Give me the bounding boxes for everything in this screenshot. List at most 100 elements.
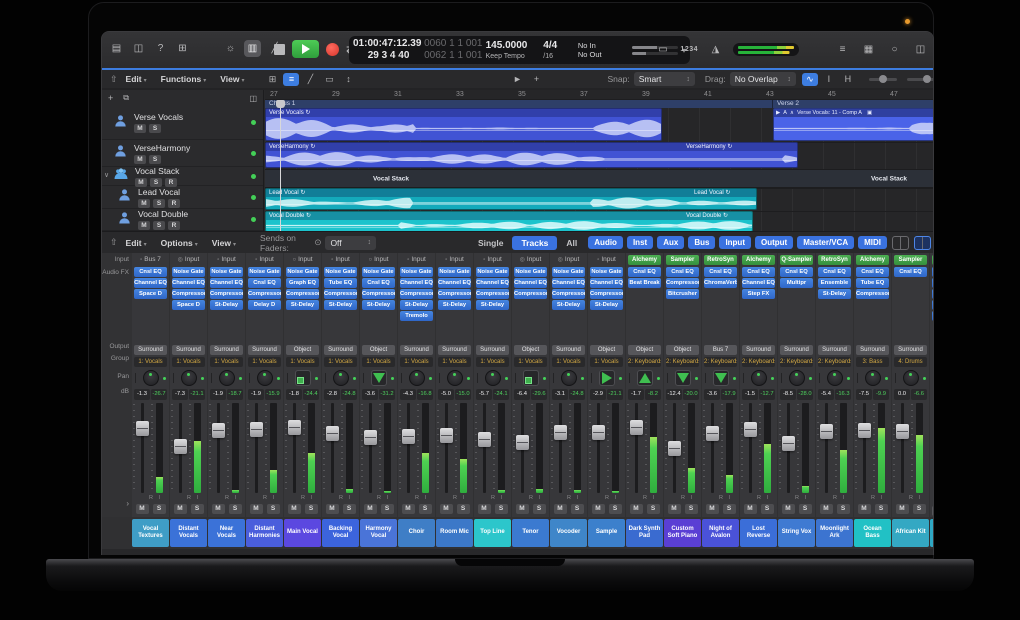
solo-button[interactable]: S — [343, 504, 356, 514]
fx-plugin-slot[interactable]: St-Delay — [362, 300, 395, 310]
instrument-label[interactable]: Alchemy — [628, 255, 661, 265]
fx-plugin-slot[interactable]: St-Delay — [438, 300, 471, 310]
output-slot[interactable]: Surround — [550, 344, 587, 356]
group-slot[interactable]: 1: Vocals — [398, 356, 435, 368]
group-slot[interactable]: 4: Drums — [892, 356, 929, 368]
note-pads-icon[interactable]: ▦ — [860, 41, 877, 58]
stack-summary-lane[interactable]: Vocal StackVocal Stack — [265, 169, 934, 188]
fx-plugin-slot[interactable]: Compressor — [476, 289, 509, 299]
mute-button[interactable]: M — [288, 504, 301, 514]
pan-control[interactable] — [322, 368, 359, 388]
mute-button[interactable]: M — [440, 504, 453, 514]
channel-strip-distant-harmonies[interactable]: ▫InputNoise GateCnsl EQCompressorDelay D… — [246, 253, 283, 517]
track-name-box[interactable]: African Kit — [892, 519, 929, 547]
input-slot[interactable]: RetroSyn — [816, 253, 853, 266]
menu-edit[interactable]: Edit▾ — [126, 238, 147, 248]
pan-knob[interactable] — [181, 370, 197, 386]
mute-button[interactable]: M — [858, 504, 871, 514]
filter-audio[interactable]: Audio — [588, 236, 623, 249]
pan-control[interactable] — [550, 368, 587, 388]
flex-icon[interactable]: ▭ — [321, 73, 337, 86]
output-slot[interactable]: Object — [626, 344, 663, 356]
fx-plugin-slot[interactable]: Noise Gate — [590, 267, 623, 277]
fx-plugin-slot[interactable]: Noise Gate — [362, 267, 395, 277]
horizontal-zoom-slider[interactable] — [907, 78, 934, 81]
track-name-box[interactable]: Tenor — [512, 519, 549, 547]
input-slot[interactable]: ▫Input — [322, 253, 359, 266]
solo-button[interactable]: S — [495, 504, 508, 514]
fader-cap[interactable] — [364, 430, 377, 445]
fx-plugin-slot[interactable]: Beat Break — [628, 278, 661, 288]
filter-input[interactable]: Input — [719, 236, 751, 249]
fx-plugin-slot[interactable]: Step FX — [742, 289, 775, 299]
fx-plugin-slot[interactable]: Cnsl EQ — [742, 267, 775, 277]
fx-plugin-slot[interactable]: Channel EQ — [438, 278, 471, 288]
fx-plugin-slot[interactable]: Channel EQ — [134, 278, 167, 288]
channel-strip-night-of-avalon[interactable]: RetroSynCnsl EQChromaVerbBus 72: Keyboar… — [702, 253, 739, 517]
track-header-options-button[interactable]: ◫ — [249, 94, 257, 103]
channel-strip-backing-vocal[interactable]: ▫InputNoise GateTube EQCompressorSt-Dela… — [322, 253, 359, 517]
pan-control[interactable] — [778, 368, 815, 388]
channel-strip-african-kit[interactable]: SamplerCnsl EQSurround4: Drums0.0-6.6R I… — [892, 253, 929, 517]
input-slot[interactable]: ◎Input — [512, 253, 549, 266]
region-verse-vocals[interactable]: Verse Vocals ↻ — [265, 108, 662, 141]
channel-strip-harmony-vocal[interactable]: ○InputNoise GateCnsl EQCompressorSt-Dela… — [360, 253, 397, 517]
power-icon[interactable]: ⊙ — [314, 237, 321, 248]
channel-strip-near-vocals[interactable]: ▫InputNoise GateChannel EQCompressorSt-D… — [208, 253, 245, 517]
channel-strip-top-line[interactable]: ▫InputNoise GateChannel EQCompressorSt-D… — [474, 253, 511, 517]
region-lead-vocal[interactable]: Lead Vocal ↻Lead Vocal ↻ — [265, 188, 757, 210]
solo-button[interactable]: S — [305, 504, 318, 514]
take-folder-icon[interactable]: A — [783, 110, 787, 116]
channel-strip-tenor[interactable]: ◎InputNoise GateChannel EQCompressorObje… — [512, 253, 549, 517]
group-slot[interactable]: 1: Vocals — [436, 356, 473, 368]
channel-strip-vocal-textures[interactable]: ▫Bus 7Cnsl EQChannel EQSpace DSurround1:… — [132, 253, 169, 517]
input-slot[interactable]: ▫Input — [246, 253, 283, 266]
fx-plugin-slot[interactable]: Ensemble — [818, 278, 851, 288]
channel-strip-lost-reverse[interactable]: AlchemyCnsl EQChannel EQStep FXSurround2… — [740, 253, 777, 517]
pan-control[interactable] — [284, 368, 321, 388]
fader-cap[interactable] — [706, 426, 719, 441]
region-verse-vocals-11-comp-a[interactable]: ▶A∧Verse Vocals: 11 - Comp A▣ — [773, 108, 934, 141]
object-panner[interactable] — [675, 370, 691, 386]
fx-plugin-slot[interactable]: Noise Gate — [172, 267, 205, 277]
group-slot[interactable]: 1: Vocals — [208, 356, 245, 368]
instrument-label[interactable]: Q-Sampler — [780, 255, 813, 265]
output-slot[interactable]: Surround — [132, 344, 169, 356]
record-enable-button[interactable]: R — [168, 221, 180, 230]
group-slot[interactable]: 2: Keyboards — [664, 356, 701, 368]
output-slot[interactable]: Object — [512, 344, 549, 356]
fx-plugin-slot[interactable]: Compressor — [552, 289, 585, 299]
input-slot[interactable]: Alchemy — [626, 253, 663, 266]
object-panner[interactable] — [713, 370, 729, 386]
input-slot[interactable]: ◎Input — [170, 253, 207, 266]
solo-button[interactable]: S — [647, 504, 660, 514]
group-slot[interactable]: 2: Keyboards — [778, 356, 815, 368]
fx-plugin-slot[interactable]: ChromaVerb — [704, 278, 737, 288]
fx-plugin-slot[interactable]: Graph EQ — [286, 278, 319, 288]
input-slot[interactable]: Q-Sampler — [778, 253, 815, 266]
input-slot[interactable]: ○Input — [284, 253, 321, 266]
input-slot[interactable]: ▫Input — [588, 253, 625, 266]
channel-strip-choir[interactable]: ▫InputNoise GateChannel EQCompressorSt-D… — [398, 253, 435, 517]
fx-plugin-slot[interactable]: Bitcrusher — [666, 289, 699, 299]
menu-options[interactable]: Options▾ — [161, 238, 198, 248]
fader-cap[interactable] — [402, 429, 415, 444]
group-slot[interactable]: 1: Vocals — [512, 356, 549, 368]
track-name-box[interactable]: Distant Harmonies — [246, 519, 283, 547]
track-name-box[interactable]: Vocal Textures — [132, 519, 169, 547]
channel-strip-custom-soft-piano[interactable]: SamplerCnsl EQCompressorBitcrusherObject… — [664, 253, 701, 517]
input-slot[interactable]: ▫Bus 7 — [132, 253, 169, 266]
fader-cap[interactable] — [174, 439, 187, 454]
record-enable-button[interactable]: R — [168, 199, 180, 208]
track-header-verse-vocals[interactable]: Verse VocalsMS — [102, 106, 263, 140]
mute-button[interactable]: M — [212, 504, 225, 514]
sends-mode-dropdown[interactable]: Off ↕ — [325, 236, 376, 250]
pan-control[interactable] — [474, 368, 511, 388]
fx-plugin-slot[interactable]: Compressor — [248, 289, 281, 299]
output-slot[interactable]: Surround — [398, 344, 435, 356]
catch-icon[interactable]: ↕ — [340, 73, 356, 86]
mute-button[interactable]: M — [364, 504, 377, 514]
input-slot[interactable]: Alchemy — [740, 253, 777, 266]
mute-button[interactable]: M — [630, 504, 643, 514]
count-in-icon[interactable]: 1234 — [680, 46, 698, 53]
